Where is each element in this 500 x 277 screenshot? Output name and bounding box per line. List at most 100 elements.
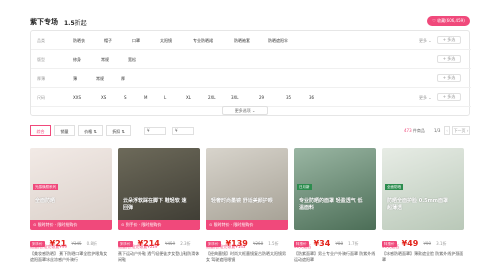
filter-label: 尺码 [37, 95, 45, 100]
product-image[interactable]: 云朵浮软踩在脚下 鞋轻软 速回弹 ⊙ 到手价 · 限时抢购价 [118, 148, 200, 230]
price-line: 到手价 ¥214 ¥459 2.3折 [118, 233, 200, 248]
filter-option[interactable]: 36 [309, 95, 314, 100]
original-price: ¥268 [252, 241, 264, 246]
original-price: ¥459 [164, 241, 176, 246]
product-promo-banner: ⊙ 到手价 · 限时抢购价 [118, 220, 200, 230]
prev-page-button[interactable]: ‹ [444, 126, 450, 135]
filter-option[interactable]: 厚 [121, 76, 125, 82]
product-card[interactable]: 轻奢时尚墨镜 舒适美颜护眼 ⊙ 限时特价 · 限时抢购价到手价 ¥139 ¥268… [206, 148, 288, 266]
product-flag: 全面防晒 [385, 184, 403, 190]
filter-option[interactable]: 35 [286, 95, 291, 100]
product-overlay-text: 轻奢时尚墨镜 舒适美颜护眼 [211, 198, 273, 204]
promo-text: 60天最低 [382, 244, 400, 249]
price-line: 特惠价 ¥34 ¥88 1.7折 [294, 233, 376, 248]
product-price: ¥49 [401, 239, 419, 248]
original-price: ¥88 [335, 241, 344, 246]
product-image[interactable]: 轻奢时尚墨镜 舒适美颜护眼 ⊙ 限时特价 · 限时抢购价 [206, 148, 288, 230]
promo-text: 限量抢,抢完恢复¥99 [30, 244, 67, 249]
discount-rate: 1.7折 [348, 240, 359, 246]
page-indicator: 1/3 [434, 128, 441, 133]
filter-label: 品类 [37, 38, 45, 43]
filter-option[interactable]: 常规 [96, 76, 104, 82]
filter-option[interactable]: 防晒衣 [73, 38, 85, 44]
price-line: 到手价 ¥139 ¥268 1.5折 [206, 233, 288, 248]
product-card[interactable]: 日月新专业防晒的面罩 轻盈透气 低温面料特惠价 ¥34 ¥88 1.7折 60天最… [294, 148, 376, 266]
filter-row: 版型 修身 常规 宽松 + 多选 [31, 50, 471, 69]
result-count: 473 件商品 [404, 128, 425, 133]
filter-option[interactable]: 29 [259, 95, 264, 100]
filter-option[interactable]: XL [186, 95, 191, 100]
page: 紫下专场 1.5折起 ♡ 收藏(606,459) 品类 防晒衣 帽子 口罩 太阳镜 专业防… [0, 0, 500, 277]
price-min-input[interactable]: ¥ [144, 127, 166, 135]
filter-label: 版型 [37, 57, 45, 62]
filter-row: 尺码 XXS XS S M L XL 2XL 3XL 29 35 36 更多 ⌄ + 多选 [31, 88, 471, 107]
filter-multi-select-button[interactable]: + 多选 [437, 55, 461, 63]
page-title: 紫下专场 [30, 18, 58, 26]
discount-rate: 3.1折 [436, 240, 447, 246]
filter-option[interactable]: 宽松 [128, 57, 136, 63]
product-card[interactable]: 光感焕颜系列 全面防晒 ⊙ 限时特价 · 限时抢购价到手价 ¥21 ¥345 0.8… [30, 148, 112, 266]
product-title[interactable]: 【美妆感防晒】 蕉下防晒口罩全脸护眼角女 遮阳面罩冰丝凉感户外骑行 [30, 251, 112, 262]
discount-rate: 2.3折 [180, 240, 191, 246]
product-flag: 日月新 [297, 184, 312, 190]
filter-more-button[interactable]: 更多 ⌄ [419, 95, 432, 101]
sort-discount[interactable]: 折扣 ⇅ [106, 125, 131, 136]
store-header: 紫下专场 1.5折起 ♡ 收藏(606,459) [30, 15, 470, 29]
product-overlay-text: 全面防晒 [35, 198, 56, 204]
promo-text: 60天最低 [294, 244, 312, 249]
filter-row: 品类 防晒衣 帽子 口罩 太阳镜 专业防晒裙 防晒袖套 防晒遮阳伞 更多 ⌄ + 多选 [31, 31, 471, 50]
filter-label: 厚薄 [37, 76, 45, 81]
filter-option[interactable]: XS [101, 95, 106, 100]
promo-text: 限量抢,抢完恢复¥229 [118, 244, 158, 249]
product-price: ¥34 [313, 239, 331, 248]
filter-option[interactable]: 常规 [101, 57, 109, 63]
product-promo-banner: ⊙ 限时特价 · 限时抢购价 [30, 220, 112, 230]
product-title[interactable]: 【冰感防晒面罩】薄款遮全脸 防紫外线护颈面罩 [382, 251, 464, 262]
filter-option[interactable]: 口罩 [132, 38, 140, 44]
discount-rate: 1.5折 [268, 240, 279, 246]
original-price: ¥99 [423, 241, 432, 246]
filter-multi-select-button[interactable]: + 多选 [437, 74, 461, 82]
original-price: ¥345 [71, 241, 82, 246]
filter-option[interactable]: XXS [73, 95, 81, 100]
product-title[interactable]: 蕉下运动户外鞋 透气轻便徒步女登山鞋防滑休闲鞋 [118, 251, 200, 262]
filter-option[interactable]: S [124, 95, 127, 100]
sort-sales[interactable]: 销量 [54, 125, 75, 136]
follow-button[interactable]: ♡ 收藏(606,459) [427, 16, 470, 26]
filter-option[interactable]: 3XL [231, 95, 239, 100]
product-card[interactable]: 云朵浮软踩在脚下 鞋轻软 速回弹 ⊙ 到手价 · 限时抢购价到手价 ¥214 ¥4… [118, 148, 200, 266]
price-max-input[interactable]: ¥ [172, 127, 194, 135]
product-image[interactable]: 全面防晒防晒全面护脸 0.5mm面罩超薄透 [382, 148, 464, 230]
sort-bar: 综合 销量 价格 ⇅ 折扣 ⇅ ¥ ¥ 473 件商品 1/3 ‹ 下一页 › [30, 125, 470, 139]
filter-option[interactable]: L [164, 95, 166, 100]
product-image[interactable]: 光感焕颜系列 全面防晒 ⊙ 限时特价 · 限时抢购价 [30, 148, 112, 230]
filter-option[interactable]: 专业防晒裙 [193, 38, 213, 44]
discount-count: 1.5折起 [64, 20, 87, 27]
filter-option[interactable]: 2XL [208, 95, 216, 100]
more-options-button[interactable]: 更多选项 ⌄ [222, 106, 268, 115]
next-page-button[interactable]: 下一页 › [452, 126, 470, 135]
sort-comprehensive[interactable]: 综合 [30, 125, 51, 136]
filter-option[interactable]: 薄 [73, 76, 77, 82]
filter-option[interactable]: M [144, 95, 147, 100]
product-overlay-text: 专业防晒的面罩 轻盈透气 低温面料 [299, 198, 363, 211]
filter-option[interactable]: 防晒袖套 [234, 38, 250, 44]
product-card[interactable]: 全面防晒防晒全面护脸 0.5mm面罩超薄透特惠价 ¥49 ¥99 3.1折 60天… [382, 148, 464, 266]
price-line: 特惠价 ¥49 ¥99 3.1折 [382, 233, 464, 248]
product-image[interactable]: 日月新专业防晒的面罩 轻盈透气 低温面料 [294, 148, 376, 230]
product-promo-banner: ⊙ 限时特价 · 限时抢购价 [206, 220, 288, 230]
price-line: 到手价 ¥21 ¥345 0.8折 [30, 233, 112, 248]
product-title[interactable]: 【防紫面罩】男士专业户外骑行面罩 防紫外线运动遮阳罩 [294, 251, 376, 262]
filter-option[interactable]: 太阳镜 [160, 38, 172, 44]
filter-more-button[interactable]: 更多 ⌄ [419, 38, 432, 44]
product-title[interactable]: 【经典墨镜】时尚大框墨镜复古防晒太阳镜男女 驾驶遮阳眼镜 [206, 251, 288, 262]
filter-multi-select-button[interactable]: + 多选 [437, 36, 461, 44]
sort-price[interactable]: 价格 ⇅ [78, 125, 103, 136]
filter-row: 厚薄 薄 常规 厚 + 多选 [31, 69, 471, 88]
filter-multi-select-button[interactable]: + 多选 [437, 93, 461, 101]
filter-option[interactable]: 帽子 [104, 38, 112, 44]
filter-option[interactable]: 修身 [73, 57, 81, 63]
filter-option[interactable]: 防晒遮阳伞 [268, 38, 288, 44]
product-overlay-text: 防晒全面护脸 0.5mm面罩超薄透 [387, 198, 449, 211]
product-flag: 光感焕颜系列 [33, 184, 58, 190]
